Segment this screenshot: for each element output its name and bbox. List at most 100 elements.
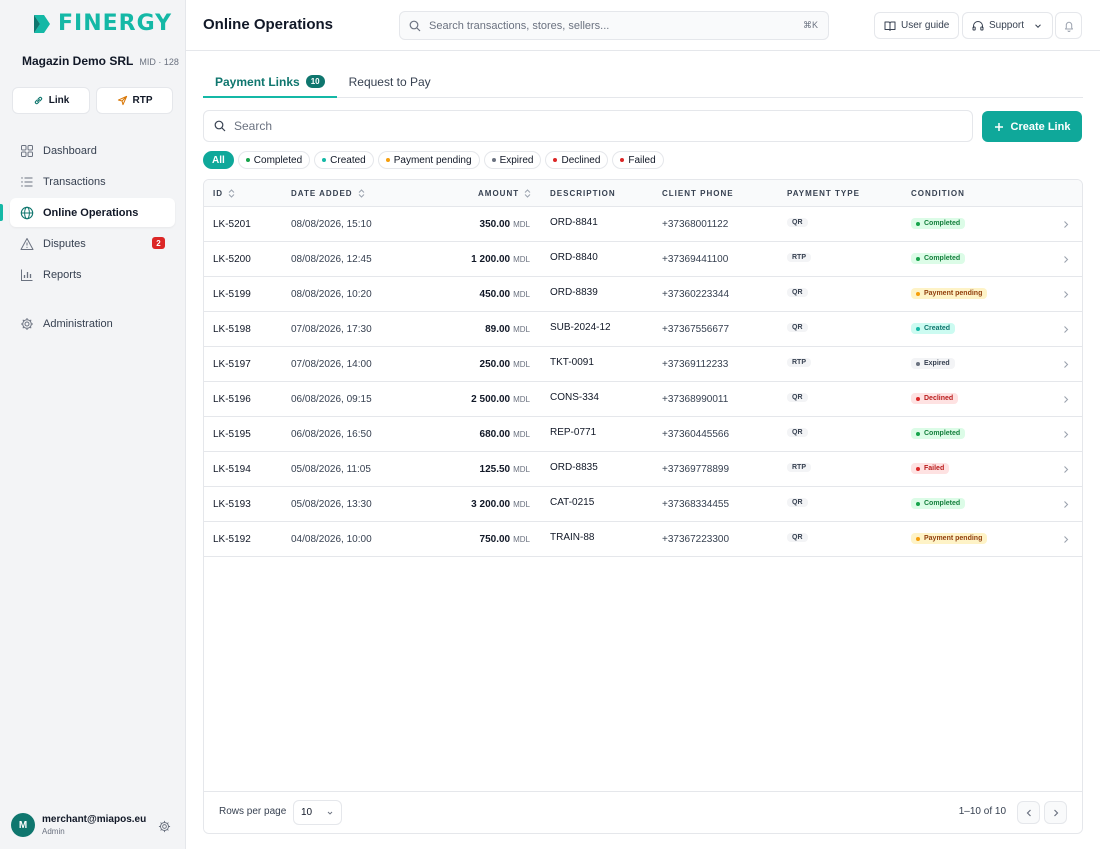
payment-type-badge: QR xyxy=(787,428,808,437)
cell-phone: +37368334455 xyxy=(662,499,730,510)
cell-amount: 2 500.00 MDL xyxy=(471,394,530,405)
chevron-right-icon[interactable] xyxy=(1063,430,1069,439)
amount-currency: MDL xyxy=(513,395,530,404)
status-label: Created xyxy=(924,325,951,332)
create-link-button[interactable]: Create Link xyxy=(982,111,1082,142)
status-dot xyxy=(916,396,920,401)
quick-rtp-button[interactable]: RTP xyxy=(96,87,173,114)
cell-phone: +37367556677 xyxy=(662,324,730,335)
amount-value: 89.00 xyxy=(485,324,511,335)
cell-date: 08/08/2026, 15:10 xyxy=(291,219,372,230)
column-label: PAYMENT TYPE xyxy=(787,189,860,198)
status-badge: Declined xyxy=(911,393,959,404)
cell-amount: 450.00 MDL xyxy=(480,289,530,300)
cell-amount: 250.00 MDL xyxy=(480,359,530,370)
tab-payment-links[interactable]: Payment Links 10 xyxy=(203,67,337,98)
filter-expired[interactable]: Expired xyxy=(483,151,542,169)
table-search[interactable] xyxy=(203,110,973,142)
chevron-right-icon[interactable] xyxy=(1063,220,1069,229)
notifications-button[interactable] xyxy=(1055,12,1082,39)
tab-request-to-pay[interactable]: Request to Pay xyxy=(337,67,443,97)
chevron-right-icon[interactable] xyxy=(1063,290,1069,299)
table-row[interactable]: LK-5195 06/08/2026, 16:50 680.00 MDL REP-077… xyxy=(204,417,1082,452)
quick-link-button[interactable]: Link xyxy=(12,87,90,114)
filter-all[interactable]: All xyxy=(203,151,234,169)
gear-icon xyxy=(21,317,33,330)
cell-id: LK-5197 xyxy=(213,359,251,370)
column-label: ID xyxy=(213,189,223,198)
table-header: ID DATE ADDED AMOUNT DESCRIPTION CLIENT … xyxy=(204,180,1082,207)
table-row[interactable]: LK-5196 06/08/2026, 09:15 2 500.00 MDL CONS-… xyxy=(204,382,1082,417)
chevron-right-icon[interactable] xyxy=(1063,325,1069,334)
cell-date: 07/08/2026, 17:30 xyxy=(291,324,372,335)
cell-date: 05/08/2026, 11:05 xyxy=(291,464,371,475)
brand-logo[interactable]: FINERGY xyxy=(32,11,172,36)
filter-failed[interactable]: Failed xyxy=(612,151,664,169)
chevron-right-icon[interactable] xyxy=(1063,500,1069,509)
table-row[interactable]: LK-5201 08/08/2026, 15:10 350.00 MDL ORD-884… xyxy=(204,207,1082,242)
sidebar-item-dashboard[interactable]: Dashboard xyxy=(10,136,175,165)
status-dot xyxy=(385,158,390,162)
amount-currency: MDL xyxy=(513,325,530,334)
amount-currency: MDL xyxy=(513,290,530,299)
status-dot xyxy=(916,431,920,436)
filter-declined[interactable]: Declined xyxy=(545,151,609,169)
table-row[interactable]: LK-5194 05/08/2026, 11:05 125.50 MDL ORD-883… xyxy=(204,452,1082,487)
search-icon xyxy=(214,120,226,132)
sidebar-item-label: Transactions xyxy=(43,175,106,188)
table-row[interactable]: LK-5198 07/08/2026, 17:30 89.00 MDL SUB-2024… xyxy=(204,312,1082,347)
chevron-right-icon[interactable] xyxy=(1063,360,1069,369)
rows-per-page-select[interactable]: 10 xyxy=(293,800,342,825)
cell-date: 06/08/2026, 09:15 xyxy=(291,394,372,405)
table-search-input[interactable] xyxy=(234,119,934,133)
sort-icon xyxy=(358,189,364,198)
next-page-button[interactable] xyxy=(1044,801,1067,824)
user-profile[interactable]: M merchant@miapos.eu Admin xyxy=(11,813,146,837)
sidebar-item-reports[interactable]: Reports xyxy=(10,260,175,289)
table-row[interactable]: LK-5197 07/08/2026, 14:00 250.00 MDL TKT-009… xyxy=(204,347,1082,382)
column-header-id[interactable]: ID xyxy=(213,189,235,198)
cell-description: ORD-8841 xyxy=(550,217,598,228)
status-label: Failed xyxy=(924,465,945,472)
amount-currency: MDL xyxy=(513,430,530,439)
send-icon xyxy=(117,95,127,106)
support-dropdown[interactable]: Support xyxy=(962,12,1054,39)
user-guide-button[interactable]: User guide xyxy=(874,12,960,39)
table-row[interactable]: LK-5199 08/08/2026, 10:20 450.00 MDL ORD-883… xyxy=(204,277,1082,312)
cell-id: LK-5201 xyxy=(213,219,251,230)
chevron-right-icon[interactable] xyxy=(1063,465,1069,474)
status-dot xyxy=(916,361,920,366)
globe-icon xyxy=(20,206,34,219)
sidebar-item-transactions[interactable]: Transactions xyxy=(10,167,175,196)
column-header-date[interactable]: DATE ADDED xyxy=(291,189,365,198)
status-badge: Completed xyxy=(911,498,966,509)
column-label: CLIENT PHONE xyxy=(662,189,734,198)
merchant-name: Magazin Demo SRL xyxy=(22,54,134,68)
settings-gear-icon[interactable] xyxy=(158,820,171,833)
search-icon xyxy=(409,20,421,31)
amount-currency: MDL xyxy=(513,360,530,369)
global-search[interactable]: ⌘K xyxy=(399,11,829,40)
chevron-right-icon[interactable] xyxy=(1063,535,1069,544)
payment-type-badge: QR xyxy=(787,323,808,332)
chevron-right-icon[interactable] xyxy=(1063,395,1069,404)
amount-value: 680.00 xyxy=(479,429,511,440)
table-row[interactable]: LK-5193 05/08/2026, 13:30 3 200.00 MDL CAT-0… xyxy=(204,487,1082,522)
previous-page-button[interactable] xyxy=(1017,801,1040,824)
chevron-right-icon[interactable] xyxy=(1063,255,1069,264)
global-search-input[interactable] xyxy=(429,19,789,32)
sidebar-item-online-operations[interactable]: Online Operations xyxy=(0,198,175,227)
column-header-description: DESCRIPTION xyxy=(550,189,616,198)
table-row[interactable]: LK-5192 04/08/2026, 10:00 750.00 MDL TRAIN-8… xyxy=(204,522,1082,557)
status-dot xyxy=(916,326,920,331)
status-dot xyxy=(916,466,920,471)
filter-created[interactable]: Created xyxy=(314,151,374,169)
filter-completed[interactable]: Completed xyxy=(237,151,311,169)
table-row[interactable]: LK-5200 08/08/2026, 12:45 1 200.00 MDL ORD-8… xyxy=(204,242,1082,277)
sidebar-item-administration[interactable]: Administration xyxy=(10,309,175,338)
payment-type-badge: QR xyxy=(787,218,808,227)
filter-payment-pending[interactable]: Payment pending xyxy=(377,151,480,169)
payment-type-badge: RTP xyxy=(787,463,811,472)
sidebar-item-disputes[interactable]: Disputes 2 xyxy=(10,229,175,258)
column-header-amount[interactable]: AMOUNT xyxy=(478,189,531,198)
